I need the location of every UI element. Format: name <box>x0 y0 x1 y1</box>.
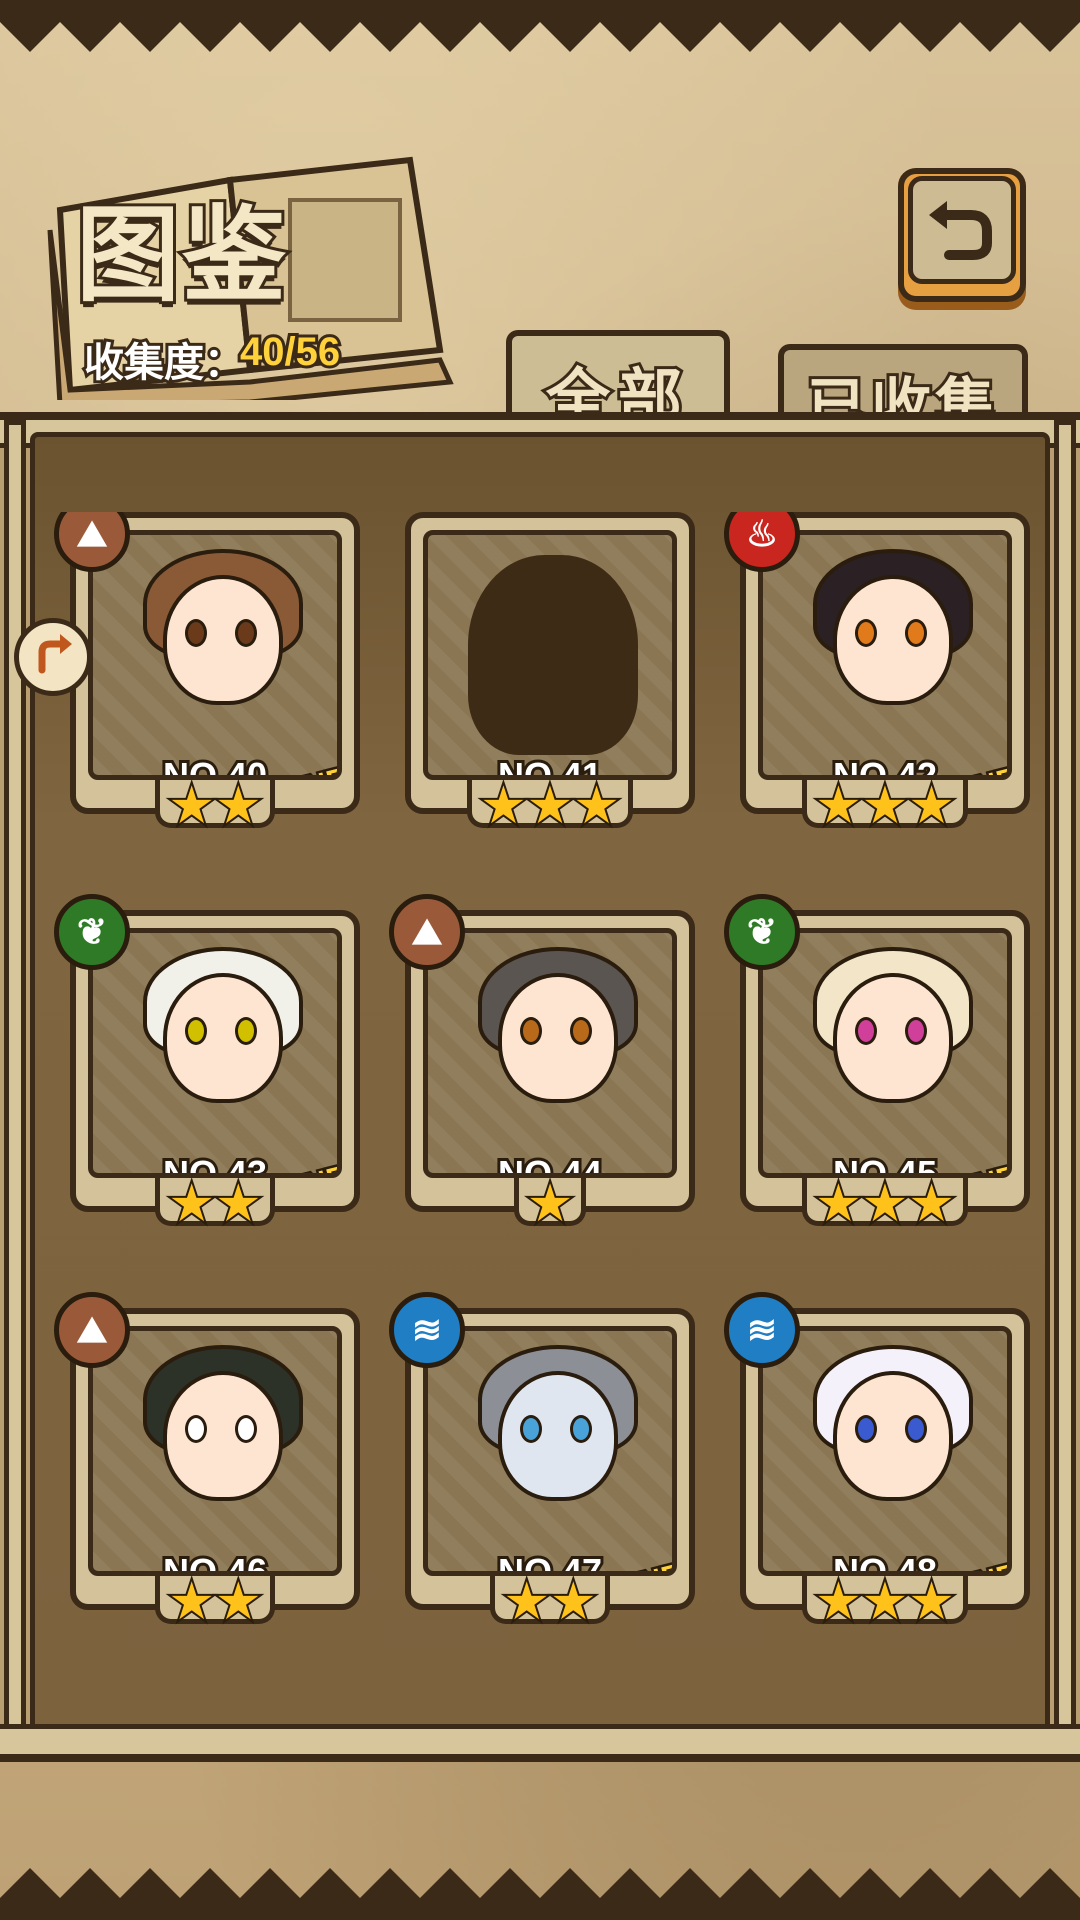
back-button[interactable] <box>898 168 1026 302</box>
collection-label: 收集度： <box>81 338 247 388</box>
grass-element-icon: ❦ <box>724 894 800 970</box>
rarity-stars: ★★ <box>501 1573 598 1631</box>
character-portrait: NO.46 <box>88 1326 342 1576</box>
character-portrait: NO.47 NEW <box>423 1326 677 1576</box>
rarity-stars: ★★★ <box>478 777 622 835</box>
character-portrait: NO.44 <box>423 928 677 1178</box>
earth-element-icon: ⛰ <box>389 894 465 970</box>
back-arrow-icon <box>929 201 992 260</box>
character-portrait: NO.42 NEW <box>758 530 1012 780</box>
card-grid[interactable]: NO.40 NEW ★★ ⛰ NO.41 ★★★ NO.42 NEW ★★★ ♨ <box>30 512 1050 1694</box>
rarity-stars: ★★ <box>166 777 263 835</box>
rarity-stars: ★★★ <box>813 1175 957 1233</box>
character-card[interactable]: NO.48 NEW ★★★ ≋ <box>724 1292 1030 1631</box>
rarity-stars: ★ <box>525 1175 576 1233</box>
character-card[interactable]: NO.41 ★★★ <box>405 512 695 834</box>
earth-element-icon: ⛰ <box>54 1292 130 1368</box>
water-element-icon: ≋ <box>389 1292 465 1368</box>
character-portrait: NO.43 NEW <box>88 928 342 1178</box>
rarity-stars: ★★ <box>166 1175 263 1233</box>
character-card[interactable]: NO.40 NEW ★★ ⛰ <box>54 512 360 835</box>
character-portrait: NO.48 NEW <box>758 1326 1012 1576</box>
rarity-stars: ★★ <box>166 1573 263 1631</box>
character-portrait: NO.40 NEW <box>88 530 342 780</box>
character-portrait: NO.45 NEW <box>758 928 1012 1178</box>
swap-button[interactable] <box>14 618 92 696</box>
character-card[interactable]: NO.45 NEW ★★★ ❦ <box>724 894 1030 1233</box>
character-card[interactable]: NO.43 NEW ★★ ❦ <box>54 894 360 1233</box>
water-element-icon: ≋ <box>724 1292 800 1368</box>
character-card[interactable]: NO.42 NEW ★★★ ♨ <box>724 512 1030 835</box>
character-card[interactable]: NO.44 ★ ⛰ <box>389 894 695 1233</box>
rarity-stars: ★★★ <box>813 1573 957 1631</box>
bottom-zigzag-border <box>0 1868 1080 1920</box>
collection-progress: 40/56 <box>237 327 343 377</box>
top-zigzag-border <box>0 0 1080 52</box>
character-card[interactable]: NO.47 NEW ★★ ≋ <box>389 1292 695 1631</box>
rarity-stars: ★★★ <box>813 777 957 835</box>
character-silhouette: NO.41 <box>423 530 677 780</box>
grass-element-icon: ❦ <box>54 894 130 970</box>
swap-icon <box>38 634 72 674</box>
page-title: 图鉴 <box>73 191 289 319</box>
character-card[interactable]: NO.46 ★★ ⛰ <box>54 1292 360 1631</box>
